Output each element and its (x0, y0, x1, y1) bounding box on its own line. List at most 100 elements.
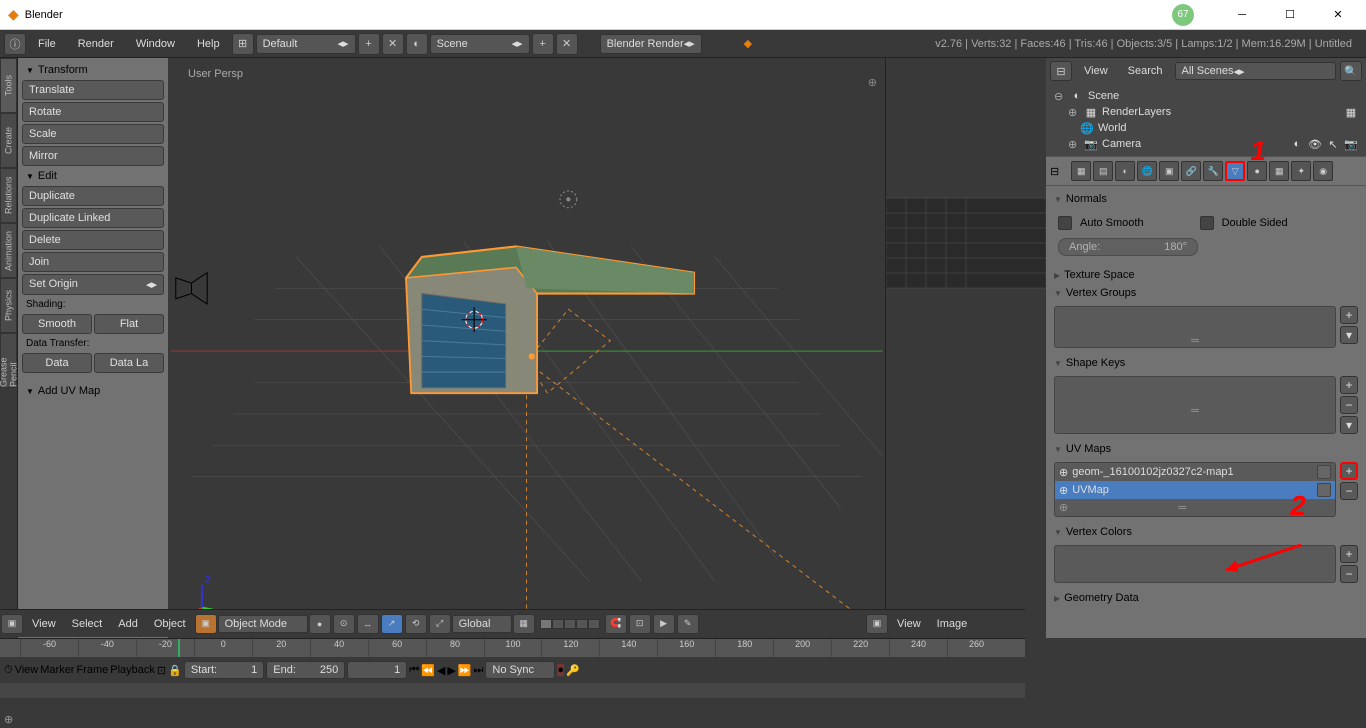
vtab-tools[interactable]: Tools (0, 58, 17, 113)
datala-button[interactable]: Data La (94, 353, 164, 373)
layout-add-button[interactable]: + (358, 33, 380, 55)
vtab-grease[interactable]: Grease Pencil (0, 333, 17, 388)
manip-s-icon[interactable]: ⤢ (429, 614, 451, 634)
pivot-icon[interactable]: ⊙ (333, 614, 355, 634)
outliner-search[interactable]: Search (1120, 65, 1171, 77)
vp-editor-icon[interactable]: ▣ (1, 614, 23, 634)
engine-dropdown[interactable]: Blender Render◂▸ (600, 34, 702, 54)
uv-active-icon[interactable] (1317, 483, 1331, 497)
vcolors-header[interactable]: Vertex Colors (1050, 523, 1362, 541)
end-field[interactable]: End:250 (266, 661, 345, 679)
layer-4[interactable] (576, 619, 588, 629)
gp-icon[interactable]: ✎ (677, 614, 699, 634)
layers-icon[interactable]: ▦ (513, 614, 535, 634)
vgroup-add-button[interactable]: + (1340, 306, 1358, 324)
tab-texture[interactable]: ▦ (1269, 161, 1289, 181)
shapekey-menu-button[interactable]: ▾ (1340, 416, 1358, 434)
manip-icon[interactable]: ↔ (357, 614, 379, 634)
start-field[interactable]: Start:1 (184, 661, 264, 679)
smooth-button[interactable]: Smooth (22, 314, 92, 334)
tab-particles[interactable]: ✦ (1291, 161, 1311, 181)
shapekey-add-button[interactable]: + (1340, 376, 1358, 394)
tl-next-icon[interactable]: ⏩ (458, 664, 472, 677)
viewport-plus-icon[interactable]: ⊕ (868, 76, 877, 89)
uvmap-add-button[interactable]: + (1340, 462, 1358, 480)
autosmooth-checkbox[interactable] (1058, 216, 1072, 230)
minimize-button[interactable]: ─ (1222, 1, 1262, 29)
layout-prev-icon[interactable]: ⊞ (232, 33, 254, 55)
data-button[interactable]: Data (22, 353, 92, 373)
manip-t-icon[interactable]: ↗ (381, 614, 403, 634)
snap-icon[interactable]: 🧲 (605, 614, 627, 634)
uv-active-icon[interactable] (1317, 465, 1331, 479)
prop-type-icon[interactable]: ⊟ (1050, 165, 1059, 178)
uv-editor[interactable] (886, 58, 1046, 638)
autokey-icon[interactable]: ● (557, 664, 564, 676)
menu-help[interactable]: Help (187, 30, 230, 58)
tl-play-icon[interactable]: ▶ (447, 664, 455, 677)
vcolor-add-button[interactable]: + (1340, 545, 1358, 563)
tab-world[interactable]: 🌐 (1137, 161, 1157, 181)
cursor-icon[interactable]: ↖ (1326, 137, 1340, 151)
outliner-view[interactable]: View (1076, 65, 1116, 77)
normals-header[interactable]: Normals (1050, 190, 1362, 208)
maximize-button[interactable]: ☐ (1270, 1, 1310, 29)
cam-data-icon[interactable]: ◐ (1290, 137, 1304, 151)
edit-header[interactable]: Edit (22, 168, 164, 184)
tl-first-icon[interactable]: ⏮ (409, 664, 419, 677)
vcolor-del-button[interactable]: − (1340, 565, 1358, 583)
tl-range-icon[interactable]: ⊡ (157, 664, 166, 677)
vp-object[interactable]: Object (146, 618, 194, 630)
render-icon[interactable]: 📷 (1344, 137, 1358, 151)
tab-mesh-data[interactable]: ▽ (1225, 161, 1245, 181)
layout-dropdown[interactable]: Default◂▸ (256, 34, 356, 54)
uvmap-del-button[interactable]: − (1340, 482, 1358, 500)
vtab-animation[interactable]: Animation (0, 223, 17, 278)
outliner-filter[interactable]: All Scenes◂▸ (1175, 62, 1336, 80)
uvmaps-header[interactable]: UV Maps (1050, 440, 1362, 458)
tl-view[interactable]: View (15, 664, 39, 676)
flat-button[interactable]: Flat (94, 314, 164, 334)
tl-editor-icon[interactable]: ⏱ (4, 664, 13, 677)
shading-icon[interactable]: ● (309, 614, 331, 634)
vgroup-menu-button[interactable]: ▾ (1340, 326, 1358, 344)
menu-file[interactable]: File (28, 30, 66, 58)
transform-header[interactable]: Transform (22, 62, 164, 78)
sync-dropdown[interactable]: No Sync (485, 661, 555, 679)
mode-dropdown[interactable]: Object Mode (218, 615, 308, 633)
vp-select[interactable]: Select (64, 618, 111, 630)
tl-lock-icon[interactable]: 🔒 (168, 664, 182, 677)
origin-button[interactable]: Set Origin◂▸ (22, 274, 164, 295)
tab-physics[interactable]: ◉ (1313, 161, 1333, 181)
vgroups-list[interactable]: ⊕ ═ (1054, 306, 1336, 348)
rl-icon2[interactable]: ▦ (1344, 105, 1358, 119)
mirror-button[interactable]: Mirror (22, 146, 164, 166)
vtab-physics[interactable]: Physics (0, 278, 17, 333)
layer-1[interactable] (540, 619, 552, 629)
doublesided-checkbox[interactable] (1200, 216, 1214, 230)
scene-dropdown[interactable]: Scene◂▸ (430, 34, 530, 54)
orientation-dropdown[interactable]: Global (452, 615, 512, 633)
timeline-ruler[interactable]: -60 -40 -20 0 20 40 60 80 100 120 140 16… (0, 639, 1025, 657)
translate-button[interactable]: Translate (22, 80, 164, 100)
current-field[interactable]: 1 (347, 661, 407, 679)
tab-object[interactable]: ▣ (1159, 161, 1179, 181)
tl-playback[interactable]: Playback (110, 664, 155, 676)
manip-r-icon[interactable]: ⟲ (405, 614, 427, 634)
notification-badge[interactable]: 67 (1172, 4, 1194, 26)
layer-5[interactable] (588, 619, 600, 629)
vgroups-header[interactable]: Vertex Groups (1050, 284, 1362, 302)
snap-type-icon[interactable]: ⊡ (629, 614, 651, 634)
playhead[interactable] (178, 639, 180, 657)
vp-add[interactable]: Add (110, 618, 146, 630)
vtab-relations[interactable]: Relations (0, 168, 17, 223)
shapekey-del-button[interactable]: − (1340, 396, 1358, 414)
angle-field[interactable]: Angle:180° (1058, 238, 1198, 256)
layer-3[interactable] (564, 619, 576, 629)
editor-type-icon[interactable]: ⓘ (4, 33, 26, 55)
tl-marker[interactable]: Marker (40, 664, 74, 676)
menu-render[interactable]: Render (68, 30, 124, 58)
menu-window[interactable]: Window (126, 30, 185, 58)
uvmap-item-1[interactable]: ⊕ geom-_16100102jz0327c2-map1 (1055, 463, 1335, 481)
viewport-3d[interactable]: User Persp (168, 58, 886, 638)
